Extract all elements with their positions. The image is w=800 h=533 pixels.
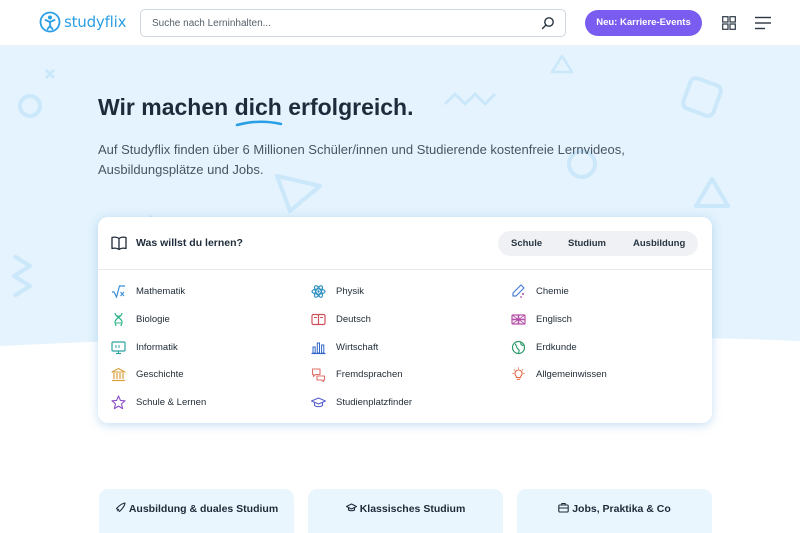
subject-label: Studienplatzfinder [336,397,413,408]
lightbulb-icon [512,367,525,380]
subject-label: Wirtschaft [336,342,379,353]
logo-text: studyflix [64,13,127,31]
subject-mathematik[interactable]: Mathematik [111,284,185,299]
subject-label: Biologie [136,314,170,325]
subject-wirtschaft[interactable]: Wirtschaft [311,340,378,355]
tab-schule[interactable]: Schule [511,238,542,249]
card-jobs[interactable]: Jobs, Praktika & Co [517,489,712,533]
tab-ausbildung[interactable]: Ausbildung [633,238,685,249]
subject-fremdsprachen[interactable]: Fremdsprachen [311,367,403,382]
flag-uk-icon [511,314,526,325]
studyflix-logo[interactable]: studyflix [39,11,126,33]
subject-studienplatzfinder[interactable]: Studienplatzfinder [311,395,412,410]
card-studium-text: Klassisches Studium [359,503,466,515]
card-ausbildung-label: Ausbildung & duales Studium [99,489,294,517]
temple-icon [111,367,126,382]
subject-label: Geschichte [136,369,184,380]
card-ausbildung[interactable]: Ausbildung & duales Studium [99,489,294,533]
subject-geschichte[interactable]: Geschichte [111,367,184,382]
subject-erdkunde[interactable]: Erdkunde [511,340,577,355]
highlight-underline [235,120,282,127]
sqrt-icon [112,285,125,299]
subject-label: Physik [336,286,364,297]
subject-label: Allgemeinwissen [536,369,607,380]
bar-chart-icon [311,342,326,355]
grid-icon[interactable] [722,16,736,30]
hero-title-highlight-text: dich [234,94,282,120]
card-studium-label: Klassisches Studium [308,489,503,517]
subject-selector-card: Was willst du lernen? Schule Studium Aus… [98,217,712,423]
hero-title-after: erfolgreich. [281,94,414,120]
subject-label: Schule & Lernen [136,397,207,408]
logo-icon [39,11,61,33]
dna-icon [114,312,123,327]
hero-title: Wir machen dich erfolgreich. [98,94,414,127]
hero-description: Auf Studyflix finden über 6 Millionen Sc… [98,142,625,177]
tab-studium[interactable]: Studium [568,238,606,249]
subject-label: Mathematik [136,286,186,297]
subject-deutsch[interactable]: Deutsch [311,312,371,327]
search-icon[interactable] [541,16,555,30]
level-tabs: Schule Studium Ausbildung [498,231,698,256]
menu-icon[interactable] [755,16,771,30]
card-title: Was willst du lernen? [136,237,243,249]
search-input[interactable] [141,10,521,36]
subject-allgemeinwissen[interactable]: Allgemeinwissen [511,367,607,382]
book-icon [111,236,127,250]
hero-title-before: Wir machen [98,94,235,120]
search-box [140,9,566,37]
card-klassisches-studium[interactable]: Klassisches Studium [308,489,503,533]
hero-title-highlight: dich [234,94,282,127]
subject-label: Deutsch [336,314,371,325]
subject-informatik[interactable]: Informatik [111,340,178,355]
book-open-icon [311,313,326,326]
speech-bubbles-icon [311,368,326,382]
graduation-cap-icon [345,503,357,512]
subject-englisch[interactable]: Englisch [511,312,572,327]
card-jobs-text: Jobs, Praktika & Co [572,503,671,515]
flask-icon [512,284,525,298]
graduation-cap-icon [311,397,326,408]
subject-label: Erdkunde [536,342,577,353]
subject-label: Informatik [136,342,178,353]
card-header: Was willst du lernen? Schule Studium Aus… [98,217,712,270]
briefcase-icon [558,502,569,513]
subject-label: Fremdsprachen [336,369,403,380]
subject-schule-lernen[interactable]: Schule & Lernen [111,395,206,410]
subject-chemie[interactable]: Chemie [511,284,569,299]
subject-physik[interactable]: Physik [311,284,364,299]
card-jobs-label: Jobs, Praktika & Co [517,489,712,517]
top-header: studyflix Neu: Karriere-Events [0,0,800,46]
monitor-icon [111,341,126,355]
subject-label: Chemie [536,286,569,297]
atom-icon [311,285,326,298]
star-icon [111,395,126,410]
card-ausbildung-text: Ausbildung & duales Studium [128,503,279,515]
subject-label: Englisch [536,314,572,325]
globe-icon [511,340,526,355]
career-events-button[interactable]: Neu: Karriere-Events [585,10,702,36]
subject-biologie[interactable]: Biologie [111,312,170,327]
rocket-icon [115,502,126,513]
